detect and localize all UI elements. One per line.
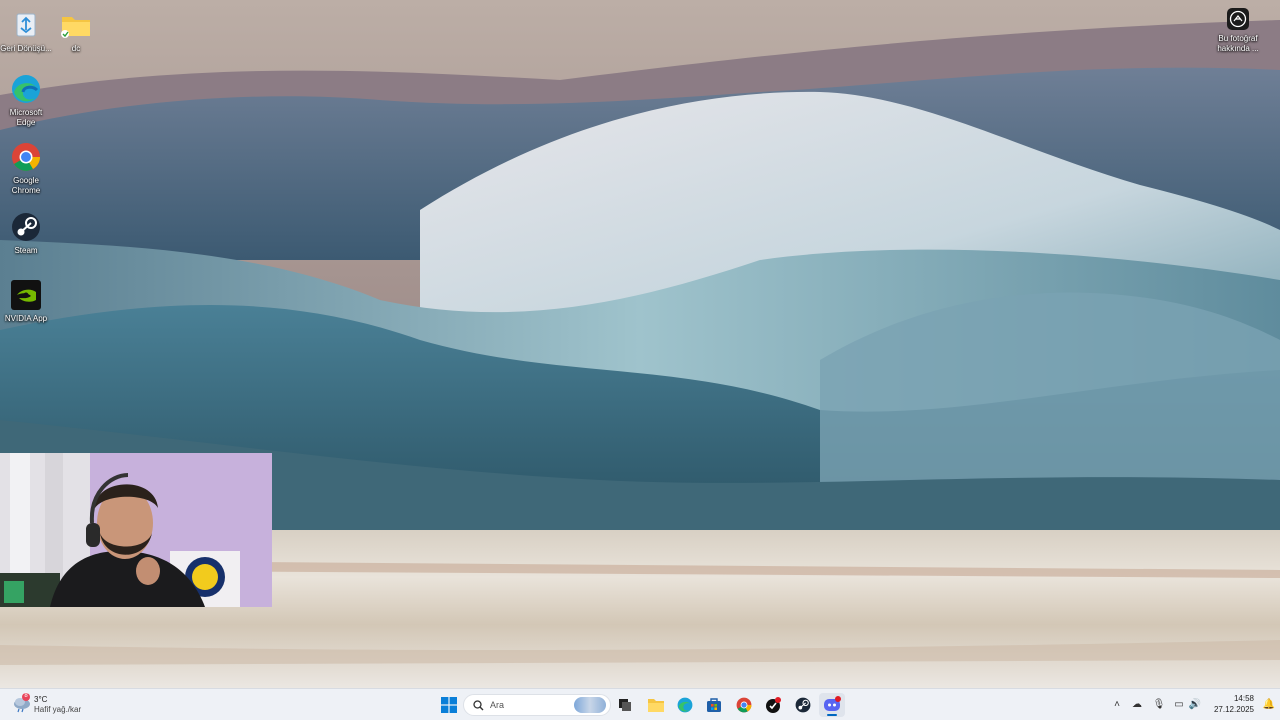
app-red-icon <box>766 697 781 713</box>
start-icon <box>441 697 457 713</box>
desktop-icon-label: Geri Dönüşü... <box>0 44 52 53</box>
desktop-icon-label: NVIDIA App <box>4 314 48 323</box>
camera-icon <box>1227 8 1249 30</box>
store-icon <box>707 698 721 712</box>
webcam-overlay <box>0 453 272 607</box>
desktop-icon-recycle-bin[interactable]: Geri Dönüşü... <box>0 8 52 54</box>
clock-time: 14:58 <box>1233 694 1254 703</box>
photo-info-button[interactable]: Bu fotoğraf hakkında ... <box>1202 8 1274 54</box>
app-red-button[interactable] <box>760 693 786 717</box>
task-view-icon <box>619 699 631 711</box>
desktop-icon-label: Google Chrome <box>11 176 41 195</box>
steam-taskbar-button[interactable] <box>790 693 816 717</box>
store-button[interactable] <box>701 693 727 717</box>
file-explorer-button[interactable] <box>643 693 669 717</box>
chrome-icon <box>736 697 752 713</box>
search-placeholder: Ara <box>490 700 505 710</box>
taskbar: 8 3°C Hafif yağ./kar Ara ˄ ☁ 🎙 ▭ 🔊 14:58… <box>0 688 1280 720</box>
desktop-icon-label: Microsoft Edge <box>9 108 43 127</box>
search-highlight-icon <box>574 697 606 713</box>
steam-icon <box>9 210 43 244</box>
chrome-taskbar-button[interactable] <box>731 693 757 717</box>
nvidia-icon <box>9 278 43 312</box>
folder-icon <box>59 8 93 42</box>
discord-taskbar-button[interactable] <box>819 693 845 717</box>
search-input[interactable]: Ara <box>463 694 611 716</box>
system-tray: ˄ ☁ 🎙 ▭ 🔊 14:58 27.12.2025 🔔 <box>1100 689 1280 721</box>
edge-icon <box>9 72 43 106</box>
clock[interactable]: 14:58 27.12.2025 <box>1214 693 1254 715</box>
start-button[interactable] <box>436 693 462 717</box>
desktop-icon-dc-folder[interactable]: dc <box>50 8 102 54</box>
desktop-icon-nvidia[interactable]: NVIDIA App <box>0 278 52 324</box>
chrome-icon <box>9 140 43 174</box>
weather-temp: 3°C <box>34 695 48 704</box>
photo-info-line2: hakkında ... <box>1217 44 1259 53</box>
weather-condition: Hafif yağ./kar <box>34 705 82 714</box>
edge-taskbar-button[interactable] <box>672 693 698 717</box>
desktop-icon-steam[interactable]: Steam <box>0 210 52 256</box>
desktop-icon-label: Steam <box>14 246 38 255</box>
desktop-icon-edge[interactable]: Microsoft Edge <box>0 72 52 128</box>
desktop-icon-chrome[interactable]: Google Chrome <box>0 140 52 196</box>
weather-badge: 8 <box>24 693 28 699</box>
file-explorer-icon <box>648 699 664 712</box>
chevron-up-icon[interactable]: ˄ <box>1110 698 1124 712</box>
task-view-button[interactable] <box>612 693 638 717</box>
photo-info-line1: Bu fotoğraf <box>1218 34 1258 43</box>
notification-bell-icon[interactable]: 🔔 <box>1262 698 1276 712</box>
desktop-icon-label: dc <box>71 44 81 53</box>
volume-icon[interactable]: 🔊 <box>1188 698 1202 712</box>
monitor-icon[interactable]: ▭ <box>1172 698 1186 712</box>
recycle-bin-icon <box>9 8 43 42</box>
search-icon <box>473 700 484 711</box>
network-cloud-icon[interactable]: ☁ <box>1130 698 1144 712</box>
discord-icon <box>824 696 841 711</box>
active-indicator <box>827 714 837 716</box>
edge-icon <box>677 697 693 713</box>
clock-date: 27.12.2025 <box>1213 705 1254 714</box>
weather-widget[interactable]: 8 3°C Hafif yağ./kar <box>12 692 81 718</box>
microphone-icon[interactable]: 🎙 <box>1152 698 1166 712</box>
steam-icon <box>795 697 811 713</box>
